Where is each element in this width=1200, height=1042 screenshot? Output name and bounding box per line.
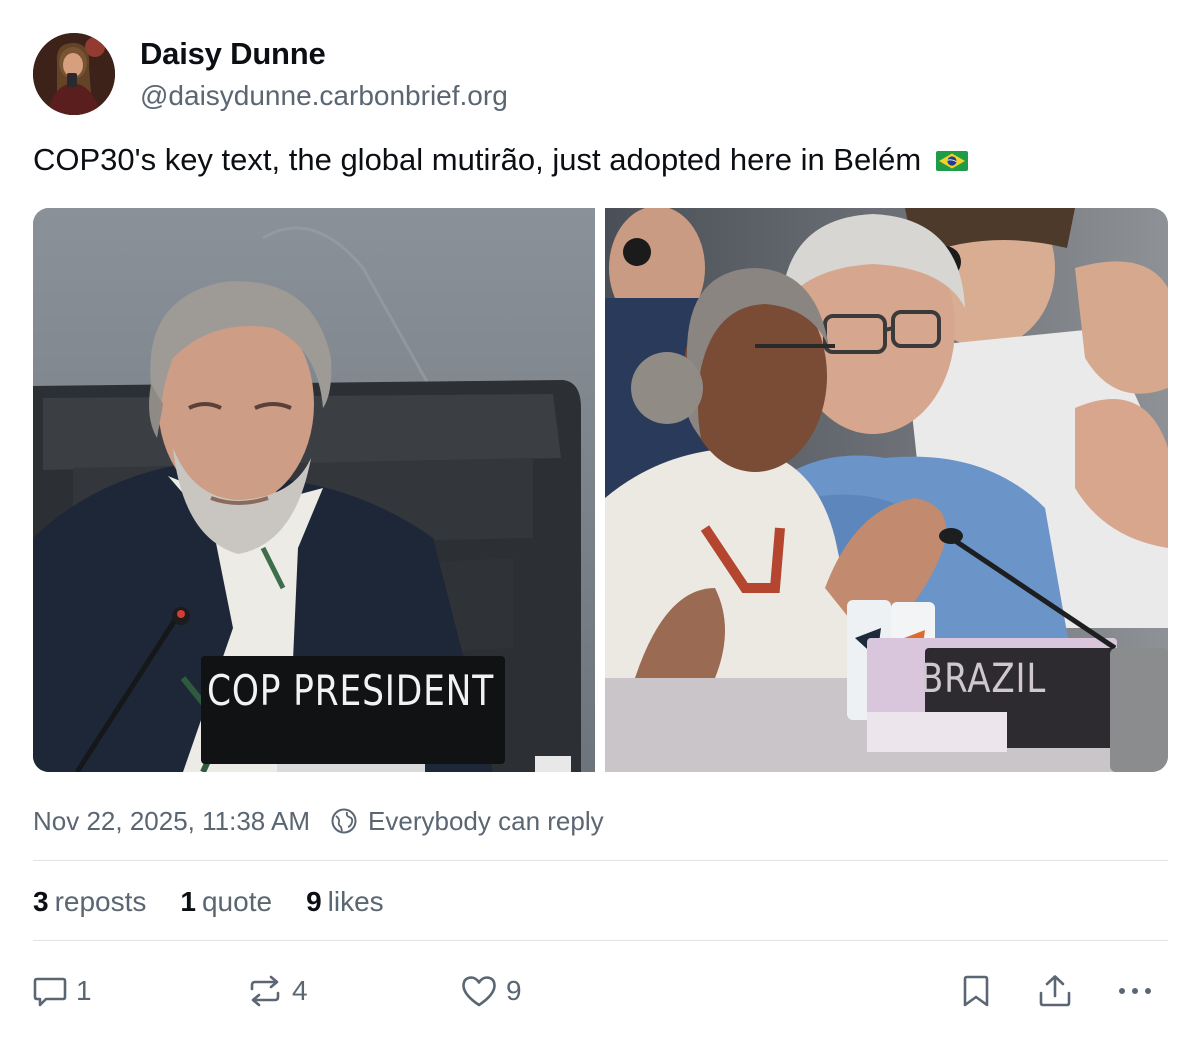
- post-meta-row: Nov 22, 2025, 11:38 AM Everybody can rep…: [33, 803, 604, 839]
- bookmark-icon: [963, 975, 989, 1007]
- repost-count: 4: [292, 975, 308, 1006]
- divider-top: [33, 860, 1168, 861]
- likes-count: 9: [306, 886, 322, 917]
- author-display-name[interactable]: Daisy Dunne: [140, 36, 326, 72]
- reply-icon: [33, 977, 67, 1007]
- reply-button[interactable]: 1: [32, 965, 92, 1017]
- brazil-flag-icon: [935, 144, 968, 180]
- avatar-photo: [33, 33, 115, 115]
- bookmark-button[interactable]: [958, 965, 994, 1017]
- likes-label: likes: [327, 886, 384, 917]
- cop-president-nameplate-text: COP PRESIDENT: [207, 666, 495, 715]
- like-count: 9: [506, 975, 522, 1006]
- quotes-count: 1: [180, 886, 196, 917]
- like-button[interactable]: 9: [460, 965, 522, 1017]
- reply-settings-label[interactable]: Everybody can reply: [368, 806, 604, 837]
- quotes-label: quote: [201, 886, 273, 917]
- repost-button[interactable]: 4: [246, 965, 308, 1017]
- post-timestamp[interactable]: Nov 22, 2025, 11:38 AM: [33, 806, 310, 837]
- share-button[interactable]: [1036, 965, 1074, 1017]
- more-dots-icon: [1119, 988, 1151, 994]
- post-text-body: COP30's key text, the global mutirão, ju…: [33, 142, 922, 177]
- more-options-button[interactable]: [1114, 965, 1158, 1017]
- reposts-label: reposts: [54, 886, 147, 917]
- reply-count: 1: [76, 975, 92, 1006]
- author-avatar[interactable]: [33, 33, 115, 115]
- reposts-count: 3: [33, 886, 49, 917]
- brazil-delegation-photo: [605, 208, 1168, 772]
- post-text: COP30's key text, the global mutirão, ju…: [33, 142, 1163, 180]
- likes-count-link[interactable]: 9 likes: [306, 886, 384, 918]
- reply-settings-icon: [330, 807, 358, 835]
- reposts-count-link[interactable]: 3 reposts: [33, 886, 146, 918]
- divider-bottom: [33, 940, 1168, 941]
- quotes-count-link[interactable]: 1 quote: [180, 886, 272, 918]
- author-handle[interactable]: @daisydunne.carbonbrief.org: [140, 80, 508, 112]
- post-thread-view: Daisy Dunne @daisydunne.carbonbrief.org …: [0, 0, 1200, 1042]
- heart-icon: [462, 976, 496, 1007]
- post-image-cop-president[interactable]: COP PRESIDENT: [33, 208, 595, 772]
- post-image-gallery: COP PRESIDENT BRAZIL: [33, 208, 1168, 772]
- engagement-counts: 3 reposts 1 quote 9 likes: [33, 883, 418, 921]
- post-image-brazil-delegation[interactable]: BRAZIL: [605, 208, 1168, 772]
- repost-icon: [250, 975, 280, 1007]
- post-actions-bar: 1 4 9: [0, 965, 1200, 1017]
- share-icon: [1039, 975, 1071, 1007]
- brazil-nameplate-text: BRAZIL: [920, 656, 1047, 702]
